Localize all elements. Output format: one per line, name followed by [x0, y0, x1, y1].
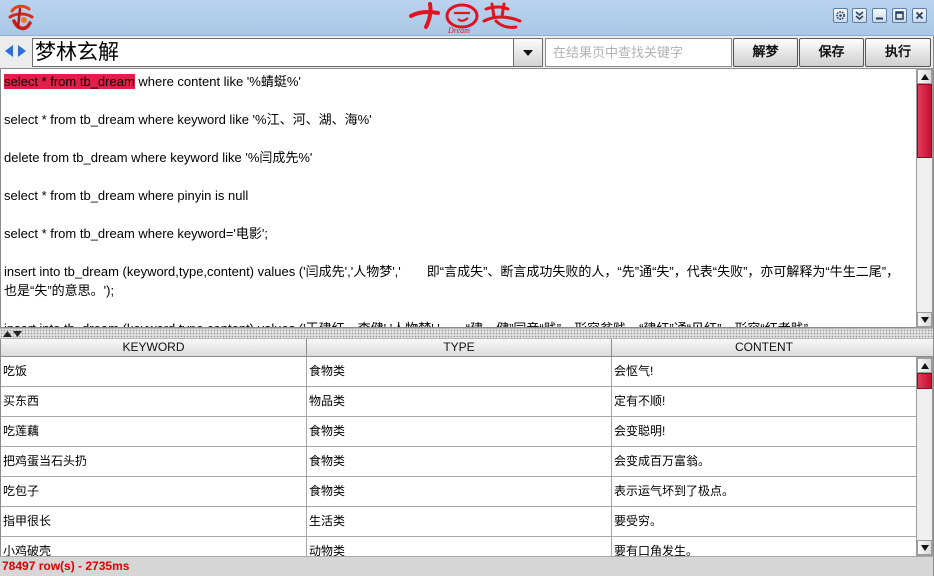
- cell-keyword[interactable]: 把鸡蛋当石头扔: [1, 447, 307, 477]
- status-bar: 78497 row(s) - 2735ms: [0, 556, 934, 576]
- maximize-icon: [895, 11, 904, 20]
- cell-keyword[interactable]: 指甲很长: [1, 507, 307, 537]
- table-scrollbar[interactable]: [916, 357, 933, 556]
- arrow-up-icon: [921, 74, 929, 80]
- expand-up-button[interactable]: [3, 330, 12, 338]
- cell-keyword[interactable]: 买东西: [1, 387, 307, 417]
- triangle-up-icon: [3, 331, 12, 337]
- editor-scroll-down-button[interactable]: [917, 312, 932, 327]
- decode-button[interactable]: 解梦: [733, 38, 798, 67]
- dream-book-combo[interactable]: 梦林玄解: [32, 38, 514, 67]
- table-row[interactable]: 吃饭 食物类 会怄气!: [1, 357, 916, 387]
- table-scroll-down-button[interactable]: [917, 540, 932, 555]
- table-scroll-up-button[interactable]: [917, 358, 932, 373]
- table-row[interactable]: 把鸡蛋当石头扔 食物类 会变成百万富翁。: [1, 447, 916, 477]
- cell-content[interactable]: 会怄气!: [612, 357, 916, 387]
- sql-editor[interactable]: select * from tb_dream where content lik…: [0, 68, 916, 328]
- column-header-content[interactable]: CONTENT: [612, 339, 916, 357]
- cell-keyword[interactable]: 吃包子: [1, 477, 307, 507]
- table-scroll-thumb[interactable]: [917, 373, 932, 389]
- statement-text[interactable]: delete from tb_dream where keyword like …: [4, 150, 312, 165]
- combo-dropdown-button[interactable]: [513, 38, 543, 67]
- app-logo-icon: [6, 3, 36, 33]
- search-input[interactable]: [545, 38, 732, 67]
- table-header-corner: [916, 339, 934, 357]
- toolbar: 梦林玄解 解梦 保存 执行: [0, 36, 934, 68]
- chevron-down-icon: [523, 50, 533, 56]
- brand-logo: Dream: [408, 1, 528, 35]
- cell-content[interactable]: 会变聪明!: [612, 417, 916, 447]
- title-bar[interactable]: Dream: [0, 0, 934, 36]
- sql-statement[interactable]: select * from tb_dream where keyword lik…: [4, 110, 912, 129]
- chevron-double-down-icon: [855, 11, 864, 20]
- statement-text[interactable]: insert into tb_dream (keyword,type,conte…: [4, 264, 899, 298]
- gear-icon: [836, 11, 845, 20]
- minimize-button[interactable]: [872, 8, 887, 23]
- cell-keyword[interactable]: 吃莲藕: [1, 417, 307, 447]
- cell-keyword[interactable]: 小鸡破壳: [1, 537, 307, 556]
- table-row[interactable]: 指甲很长 生活类 要受穷。: [1, 507, 916, 537]
- sql-statement[interactable]: select * from tb_dream where keyword='电影…: [4, 224, 912, 243]
- cell-content[interactable]: 定有不顺!: [612, 387, 916, 417]
- collapse-button[interactable]: [852, 8, 867, 23]
- sql-statement[interactable]: insert into tb_dream (keyword,type,conte…: [4, 319, 912, 327]
- triangle-down-icon: [13, 331, 22, 337]
- sql-statement[interactable]: select * from tb_dream where content lik…: [4, 72, 912, 91]
- cell-type[interactable]: 食物类: [307, 357, 612, 387]
- statement-text[interactable]: select * from tb_dream where pinyin is n…: [4, 188, 248, 203]
- statement-text[interactable]: where content like '%蜻蜓%': [135, 74, 300, 89]
- cell-content[interactable]: 会变成百万富翁。: [612, 447, 916, 477]
- column-header-type[interactable]: TYPE: [307, 339, 612, 357]
- cell-type[interactable]: 食物类: [307, 477, 612, 507]
- execute-button[interactable]: 执行: [865, 38, 931, 67]
- cell-content[interactable]: 要有口角发生。: [612, 537, 916, 556]
- sql-editor-content[interactable]: select * from tb_dream where content lik…: [4, 72, 912, 327]
- editor-scroll-up-button[interactable]: [917, 69, 932, 84]
- arrow-right-icon: [18, 45, 26, 57]
- settings-button[interactable]: [833, 8, 848, 23]
- cell-content[interactable]: 要受穷。: [612, 507, 916, 537]
- results-table-body: 吃饭 食物类 会怄气! 买东西 物品类 定有不顺! 吃莲藕 食物类 会变聪明! 把鸡蛋当石头扔 食物…: [1, 357, 916, 556]
- combo-value: 梦林玄解: [35, 40, 119, 64]
- cell-type[interactable]: 食物类: [307, 417, 612, 447]
- arrow-up-icon: [921, 363, 929, 369]
- cell-type[interactable]: 动物类: [307, 537, 612, 556]
- sql-statement[interactable]: insert into tb_dream (keyword,type,conte…: [4, 262, 912, 300]
- cell-content[interactable]: 表示运气坏到了极点。: [612, 477, 916, 507]
- table-row[interactable]: 小鸡破壳 动物类 要有口角发生。: [1, 537, 916, 556]
- maximize-button[interactable]: [892, 8, 907, 23]
- back-button[interactable]: [3, 44, 15, 58]
- sql-statement[interactable]: delete from tb_dream where keyword like …: [4, 148, 912, 167]
- cell-type[interactable]: 食物类: [307, 447, 612, 477]
- sql-statement[interactable]: select * from tb_dream where pinyin is n…: [4, 186, 912, 205]
- column-header-keyword[interactable]: KEYWORD: [1, 339, 307, 357]
- editor-scrollbar[interactable]: [916, 68, 933, 328]
- arrow-down-icon: [921, 317, 929, 323]
- minimize-icon: [876, 17, 883, 20]
- arrow-left-icon: [5, 45, 13, 57]
- results-table[interactable]: KEYWORD TYPE CONTENT 吃饭 食物类 会怄气! 买东西 物品类 定有不顺…: [0, 339, 916, 556]
- editor-scroll-thumb[interactable]: [917, 84, 932, 158]
- save-button[interactable]: 保存: [799, 38, 864, 67]
- cell-type[interactable]: 生活类: [307, 507, 612, 537]
- table-row[interactable]: 吃包子 食物类 表示运气坏到了极点。: [1, 477, 916, 507]
- cell-type[interactable]: 物品类: [307, 387, 612, 417]
- table-row[interactable]: 吃莲藕 食物类 会变聪明!: [1, 417, 916, 447]
- statement-text[interactable]: select * from tb_dream where keyword='电影…: [4, 226, 268, 241]
- forward-button[interactable]: [16, 44, 28, 58]
- statement-text[interactable]: select * from tb_dream where keyword lik…: [4, 112, 372, 127]
- cell-keyword[interactable]: 吃饭: [1, 357, 307, 387]
- close-icon: [915, 11, 924, 20]
- app-window: Dream 梦林玄解 在结果页中查找关键字 解梦 保存 执行 select * …: [0, 0, 934, 576]
- statement-text[interactable]: insert into tb_dream (keyword,type,conte…: [4, 321, 808, 327]
- selected-text[interactable]: select * from tb_dream: [4, 74, 135, 89]
- arrow-down-icon: [921, 545, 929, 551]
- table-row[interactable]: 买东西 物品类 定有不顺!: [1, 387, 916, 417]
- split-divider[interactable]: [0, 328, 934, 339]
- brand-logo-text: Dream: [447, 26, 470, 35]
- close-button[interactable]: [912, 8, 927, 23]
- status-text: 78497 row(s) - 2735ms: [2, 559, 130, 573]
- table-header: KEYWORD TYPE CONTENT: [1, 339, 916, 357]
- expand-down-button[interactable]: [13, 330, 22, 338]
